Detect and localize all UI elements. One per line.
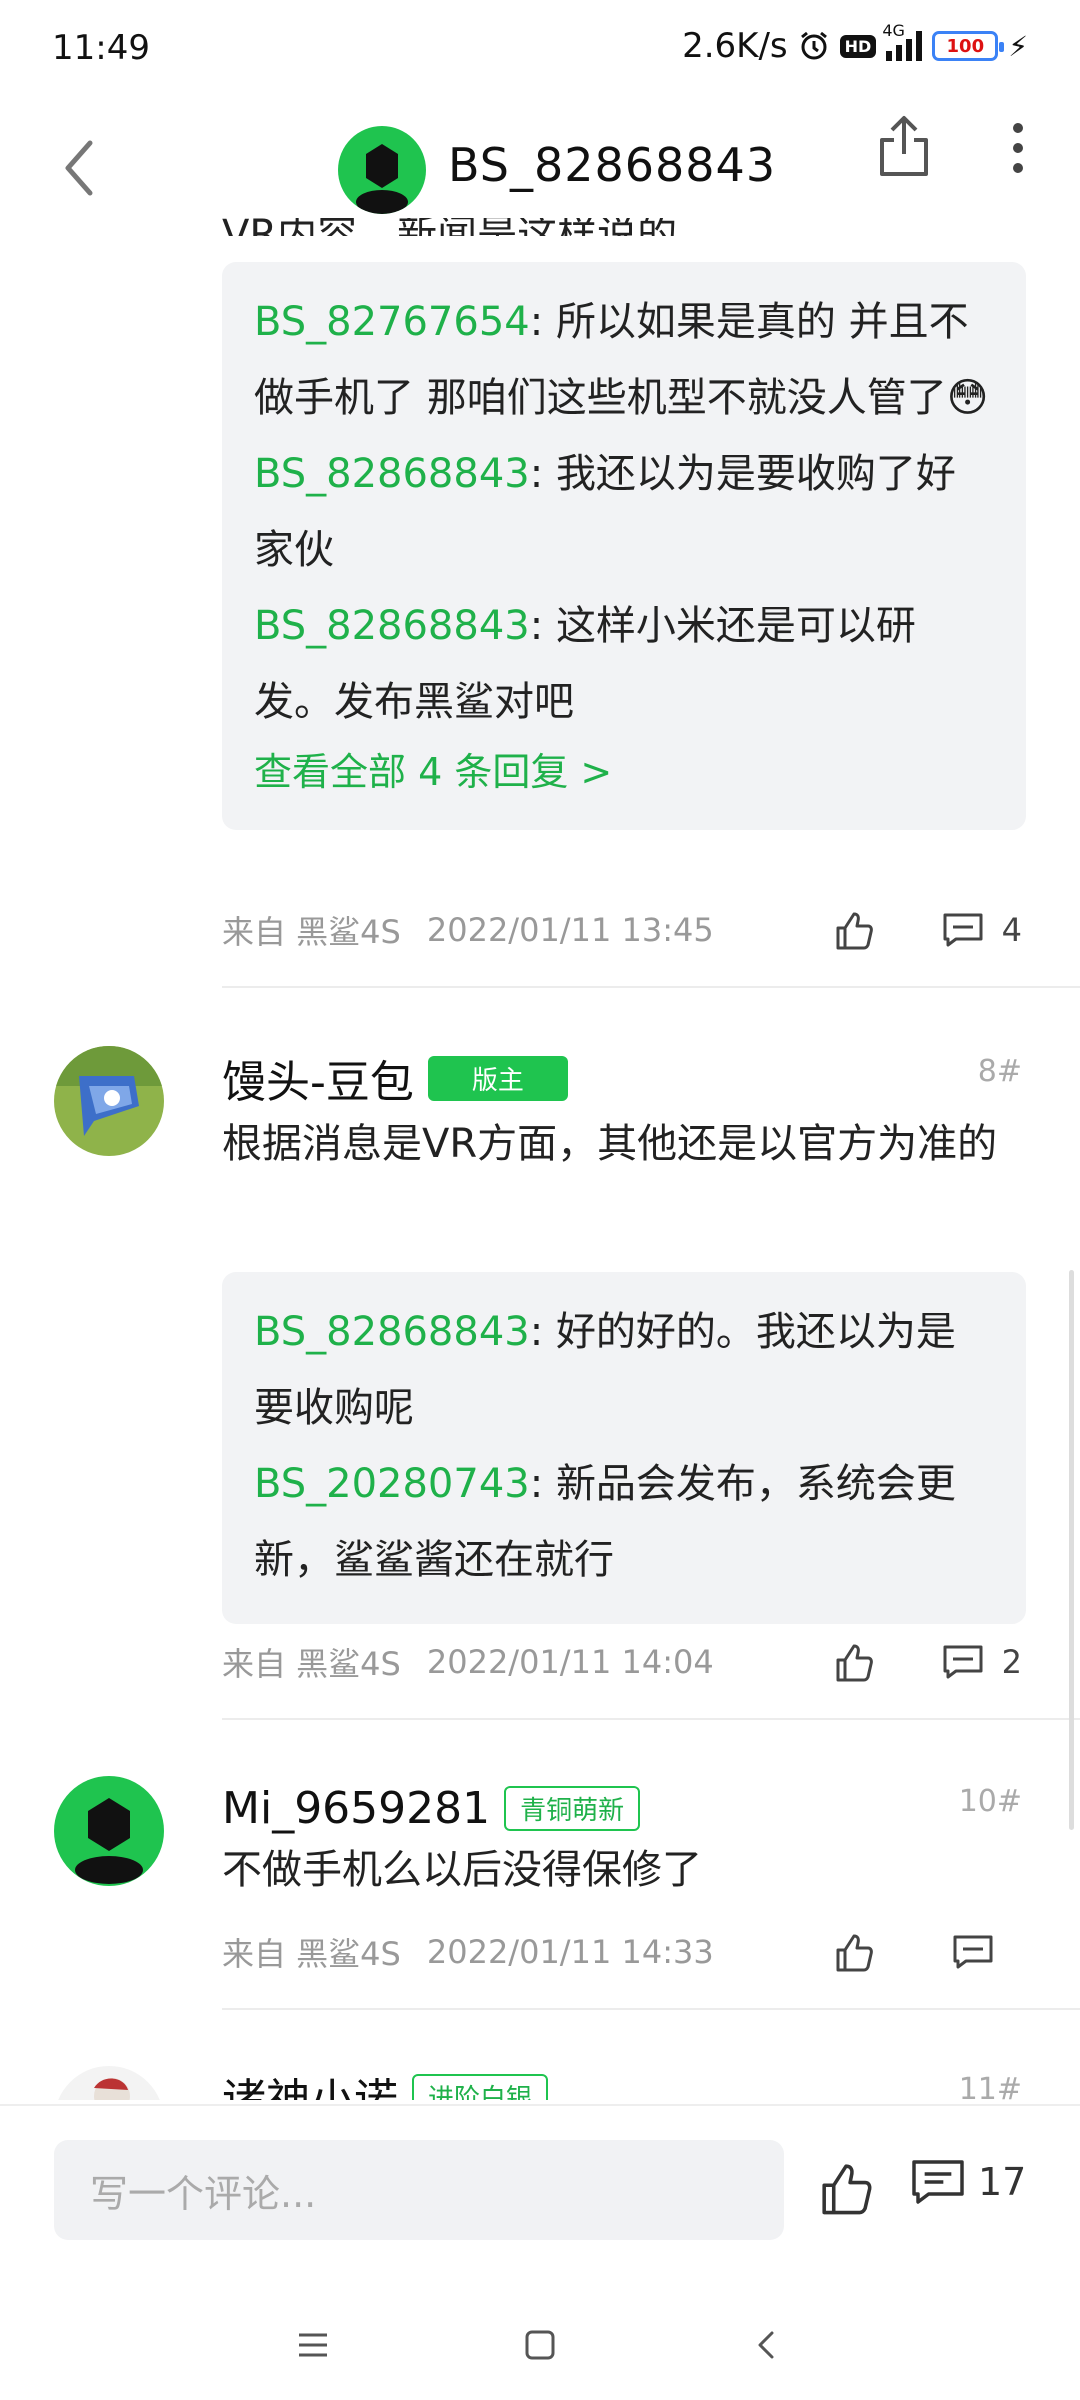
- post-text: 根据消息是VR方面，其他还是以官方为准的: [222, 1121, 998, 1167]
- reply-username[interactable]: BS_82868843: [254, 451, 530, 497]
- reply-line[interactable]: BS_82868843: 好的好的。我还以为是要收购呢: [254, 1294, 994, 1446]
- divider: [222, 2008, 1080, 2010]
- post-username[interactable]: Mi_9659281: [222, 1783, 490, 1834]
- partial-comment-text: VR内容。新闻是这样说的: [222, 212, 678, 258]
- reply-line[interactable]: BS_20280743: 新品会发布，系统会更新，鲨鲨酱还在就行: [254, 1446, 994, 1598]
- page-title: BS_82868843: [448, 138, 777, 192]
- reply-line[interactable]: BS_82767654: 所以如果是真的 并且不做手机了 那咱们这些机型不就没人…: [254, 284, 994, 436]
- device-source: 来自 黑鲨4S: [222, 1645, 401, 1683]
- device-source: 来自 黑鲨4S: [222, 913, 401, 951]
- signal-icon: 4G: [882, 21, 923, 61]
- post-header: 诸神小诺 进阶白银 11#: [222, 2066, 1022, 2100]
- reply-box[interactable]: BS_82868843: 好的好的。我还以为是要收购呢 BS_20280743:…: [222, 1272, 1026, 1624]
- floor-number: 8#: [977, 1054, 1022, 1089]
- reply-username[interactable]: BS_82868843: [254, 1309, 530, 1355]
- post-username[interactable]: 馒头-豆包: [222, 1046, 414, 1110]
- like-icon[interactable]: [832, 908, 876, 952]
- floor-number: 11#: [958, 2072, 1022, 2100]
- reply-box[interactable]: BS_82767654: 所以如果是真的 并且不做手机了 那咱们这些机型不就没人…: [222, 262, 1026, 830]
- device-source: 来自 黑鲨4S: [222, 1935, 401, 1973]
- nav-back-icon[interactable]: [737, 2315, 797, 2375]
- home-icon[interactable]: [510, 2315, 570, 2375]
- battery-icon: 100: [932, 31, 1005, 61]
- total-comment-count: 17: [978, 2160, 1027, 2204]
- comment-input[interactable]: 写一个评论...: [54, 2140, 784, 2240]
- like-icon[interactable]: [832, 1930, 876, 1974]
- charging-icon: ⚡: [1008, 29, 1028, 63]
- comment-meta: 来自 黑鲨4S 2022/01/11 14:04 2: [222, 1632, 1022, 1692]
- comment-count: 4: [1001, 911, 1022, 949]
- comment-icon[interactable]: [952, 1934, 994, 1970]
- like-icon[interactable]: [816, 2158, 876, 2218]
- moderator-badge: 版主: [427, 1055, 568, 1101]
- net-speed: 2.6K/s: [682, 26, 788, 66]
- hd-badge: HD: [839, 34, 877, 58]
- scrollbar[interactable]: [1069, 1270, 1074, 1830]
- more-icon[interactable]: [1000, 118, 1036, 178]
- comment-time: 2022/01/11 14:33: [426, 1933, 714, 1971]
- comment-icon[interactable]: [942, 1644, 984, 1680]
- comment-time: 2022/01/11 14:04: [426, 1643, 714, 1681]
- level-badge: 进阶白银: [412, 2073, 549, 2100]
- post-header: Mi_9659281 青铜萌新 10#: [222, 1778, 1022, 1838]
- status-time: 11:49: [52, 28, 150, 68]
- avatar[interactable]: [54, 1776, 164, 1886]
- comment-meta: 来自 黑鲨4S 2022/01/11 13:45 4: [222, 900, 1022, 960]
- reply-line[interactable]: BS_82868843: 我还以为是要收购了好家伙: [254, 436, 994, 588]
- reply-username[interactable]: BS_20280743: [254, 1461, 530, 1507]
- status-icons: 2.6K/s HD 4G 100 ⚡: [682, 21, 1028, 66]
- bottom-bar: 写一个评论... 17: [0, 2104, 1080, 2290]
- comment-meta: 来自 黑鲨4S 2022/01/11 14:33: [222, 1922, 1022, 1982]
- post-text: 不做手机么以后没得保修了: [222, 1847, 702, 1893]
- comment-count: 2: [1001, 1643, 1022, 1681]
- reply-username[interactable]: BS_82868843: [254, 603, 530, 649]
- battery-level: 100: [946, 35, 985, 57]
- reply-username[interactable]: BS_82767654: [254, 299, 530, 345]
- comment-time: 2022/01/11 13:45: [426, 911, 714, 949]
- floor-number: 10#: [958, 1784, 1022, 1819]
- view-all-replies-link[interactable]: 查看全部 4 条回复 >: [254, 740, 994, 804]
- status-bar: 11:49 2.6K/s HD 4G 100 ⚡: [0, 0, 1080, 96]
- like-icon[interactable]: [832, 1640, 876, 1684]
- share-icon[interactable]: [874, 110, 934, 180]
- network-type: 4G: [882, 21, 905, 40]
- post-username[interactable]: 诸神小诺: [222, 2064, 398, 2100]
- comment-icon[interactable]: [942, 912, 984, 948]
- level-badge: 青铜萌新: [504, 1785, 641, 1831]
- divider: [222, 986, 1080, 988]
- comment-count-button[interactable]: 17: [910, 2158, 1026, 2206]
- reply-line[interactable]: BS_82868843: 这样小米还是可以研发。发布黑鲨对吧: [254, 588, 994, 740]
- comment-list: VR内容。新闻是这样说的 BS_82767654: 所以如果是真的 并且不做手机…: [0, 200, 1080, 2100]
- menu-icon[interactable]: [283, 2315, 343, 2375]
- comment-icon: [912, 2160, 964, 2204]
- system-nav-bar: [0, 2290, 1080, 2400]
- divider: [222, 1718, 1080, 1720]
- alarm-icon: [800, 31, 827, 60]
- avatar[interactable]: [54, 2066, 164, 2100]
- post-header: 馒头-豆包 版主 8#: [222, 1048, 1022, 1108]
- avatar[interactable]: [54, 1046, 164, 1156]
